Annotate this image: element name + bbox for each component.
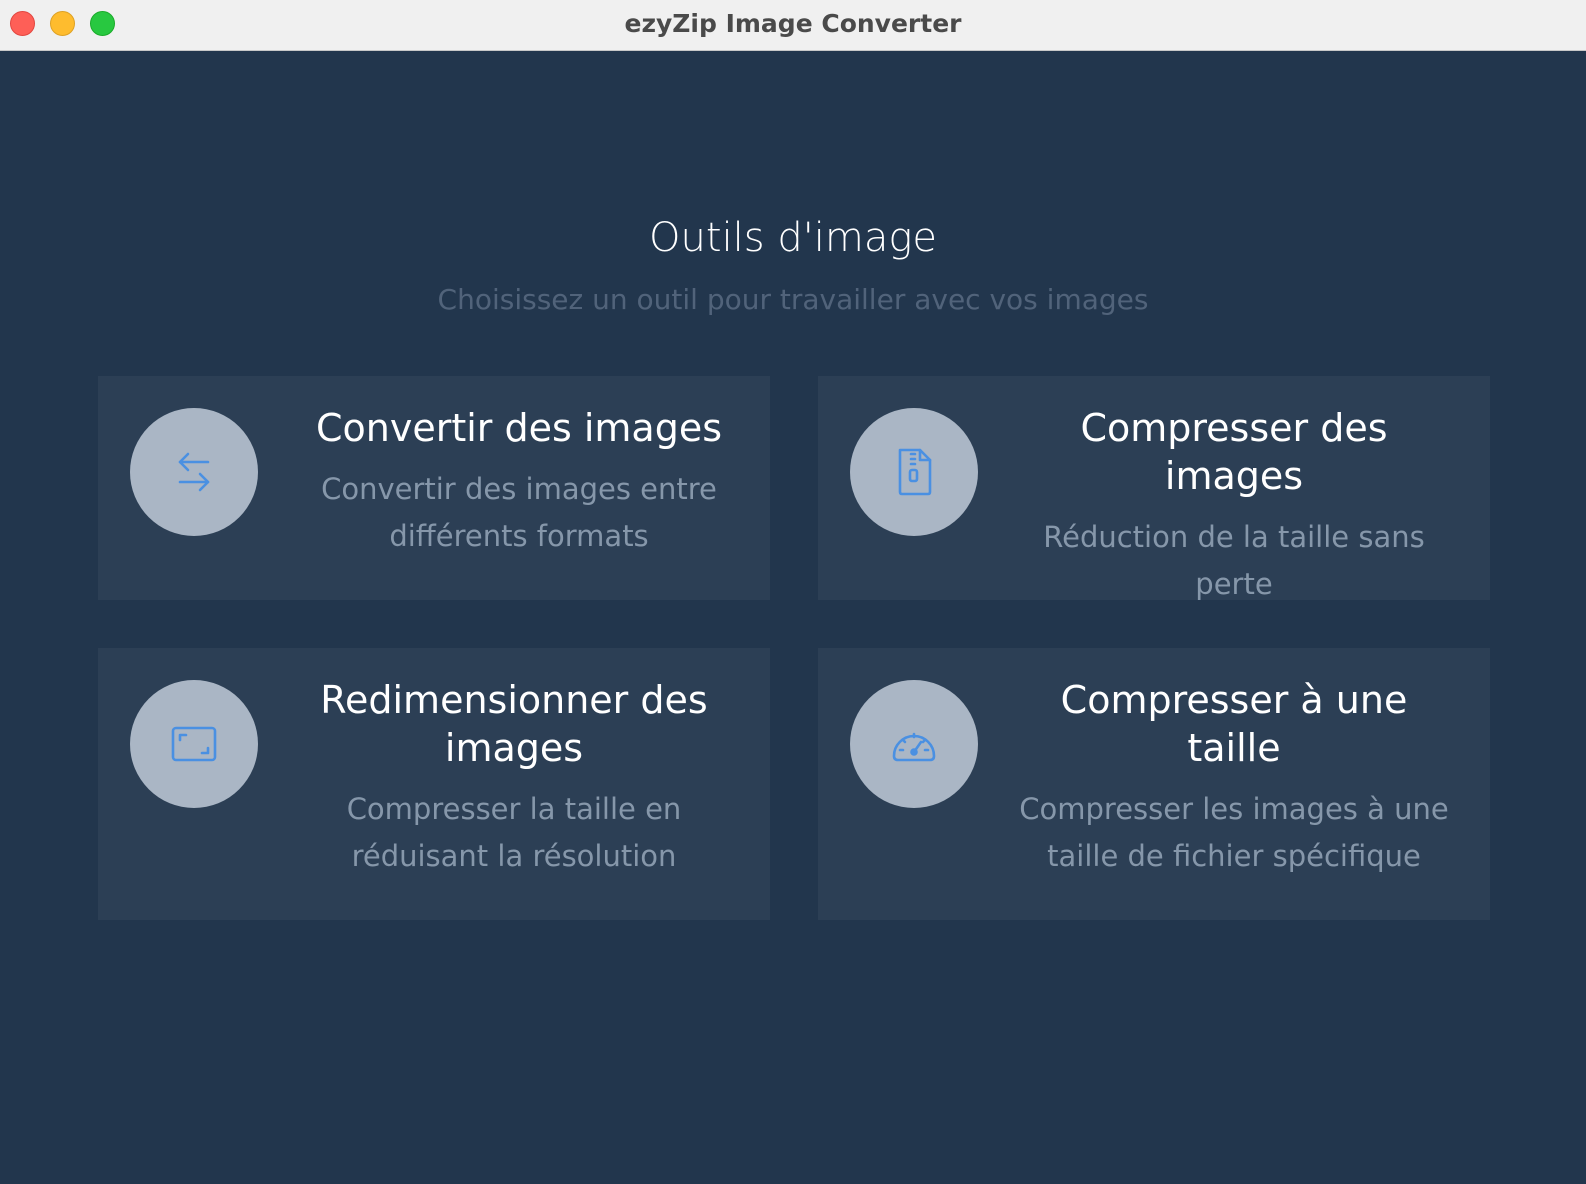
title-bar: ezyZip Image Converter [0, 0, 1586, 51]
card-description: Convertir des images entre différents fo… [321, 472, 717, 553]
zip-file-icon [898, 448, 932, 496]
card-description: Réduction de la taille sans perte [1043, 520, 1425, 601]
card-description: Compresser les images à une taille de fi… [1019, 792, 1449, 873]
card-title: Compresser à une taille [1060, 678, 1408, 770]
icon-circle [130, 408, 258, 536]
card-description: Compresser la taille en réduisant la rés… [346, 792, 682, 873]
resize-frame-icon [171, 726, 217, 762]
page-subtitle: Choisissez un outil pour travailler avec… [437, 283, 1149, 316]
compress-images-card[interactable]: Compresser des images Réduction de la ta… [818, 376, 1490, 601]
icon-circle [130, 680, 258, 808]
resize-images-card[interactable]: Redimensionner des images Compresser la … [98, 648, 770, 920]
speedometer-icon [892, 732, 936, 762]
icon-circle [850, 408, 978, 536]
window-title: ezyZip Image Converter [624, 9, 962, 38]
icon-circle [850, 680, 978, 808]
app-window: ezyZip Image Converter Outils d'image Ch… [0, 0, 1586, 1184]
convert-images-card[interactable]: Convertir des images Convertir des image… [98, 376, 770, 600]
compress-to-size-card[interactable]: Compresser à une taille Compresser les i… [818, 648, 1490, 920]
card-title: Redimensionner des images [320, 678, 708, 770]
card-title: Convertir des images [315, 406, 723, 450]
swap-arrows-icon [178, 452, 210, 492]
card-title: Compresser des images [1080, 406, 1388, 498]
page-title: Outils d'image [649, 215, 937, 261]
